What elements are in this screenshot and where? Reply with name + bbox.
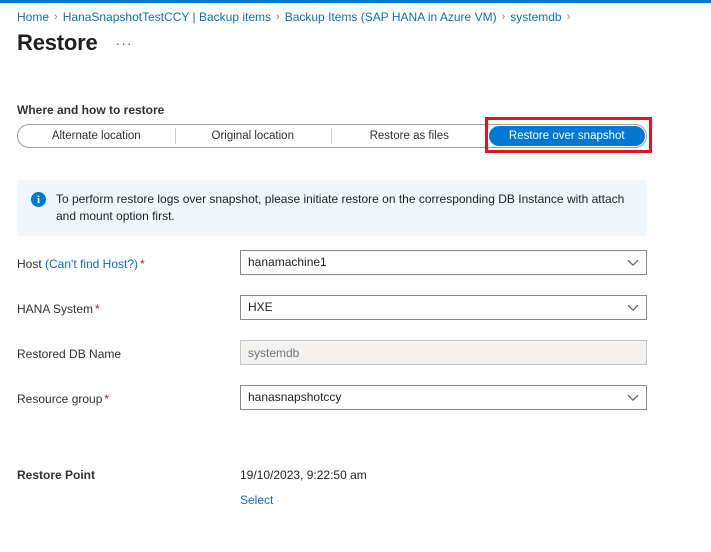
breadcrumb-item-systemdb[interactable]: systemdb bbox=[510, 9, 561, 25]
control-resource-group: hanasnapshotccy bbox=[240, 385, 647, 410]
label-resource-group-text: Resource group bbox=[17, 392, 103, 406]
field-row-resource-group: Resource group * hanasnapshotccy bbox=[17, 385, 647, 430]
label-resource-group: Resource group * bbox=[17, 385, 240, 411]
label-restored-db-name: Restored DB Name bbox=[17, 347, 122, 361]
section-heading-where-and-how-to-restore: Where and how to restore bbox=[17, 103, 165, 117]
control-hana-system: HXE bbox=[240, 295, 647, 320]
restore-point-section: Restore Point 19/10/2023, 9:22:50 am Sel… bbox=[17, 467, 647, 509]
label-hana-system: HANA System * bbox=[17, 295, 240, 321]
restore-point-datetime: 19/10/2023, 9:22:50 am bbox=[240, 468, 367, 482]
breadcrumb: Home › HanaSnapshotTestCCY | Backup item… bbox=[0, 3, 711, 25]
more-commands-ellipsis-icon[interactable]: ··· bbox=[112, 33, 137, 53]
link-cant-find-host[interactable]: (Can't find Host?) bbox=[45, 257, 138, 271]
restore-point-select-link[interactable]: Select bbox=[240, 492, 273, 509]
host-dropdown[interactable]: hanamachine1 bbox=[240, 250, 647, 275]
breadcrumb-item-backup-items-sap-hana[interactable]: Backup Items (SAP HANA in Azure VM) bbox=[285, 9, 497, 25]
restore-form: Host (Can't find Host?) * hanamachine1 HA… bbox=[17, 250, 647, 430]
field-row-hana-system: HANA System * HXE bbox=[17, 295, 647, 340]
page-title: Restore bbox=[17, 29, 98, 55]
tab-restore-as-files[interactable]: Restore as files bbox=[331, 125, 488, 147]
label-restore-point: Restore Point bbox=[17, 468, 96, 482]
control-restored-db-name bbox=[240, 340, 647, 365]
field-row-restored-db-name: Restored DB Name bbox=[17, 340, 647, 385]
field-row-host: Host (Can't find Host?) * hanamachine1 bbox=[17, 250, 647, 295]
control-host: hanamachine1 bbox=[240, 250, 647, 275]
breadcrumb-separator: › bbox=[276, 11, 280, 23]
label-host: Host (Can't find Host?) * bbox=[17, 250, 240, 276]
restore-option-tabgroup: Alternate location Original location Res… bbox=[17, 124, 647, 148]
tab-alternate-location[interactable]: Alternate location bbox=[18, 125, 175, 147]
restored-db-name-input bbox=[240, 340, 647, 365]
breadcrumb-item-home[interactable]: Home bbox=[17, 9, 49, 25]
tab-original-location[interactable]: Original location bbox=[174, 125, 332, 147]
resource-group-dropdown[interactable]: hanasnapshotccy bbox=[240, 385, 647, 410]
breadcrumb-separator: › bbox=[54, 11, 58, 23]
required-indicator: * bbox=[95, 302, 100, 316]
tab-restore-over-snapshot[interactable]: Restore over snapshot bbox=[488, 126, 645, 146]
hana-system-dropdown[interactable]: HXE bbox=[240, 295, 647, 320]
label-hana-system-text: HANA System bbox=[17, 302, 94, 316]
breadcrumb-separator: › bbox=[566, 11, 571, 23]
info-banner: i To perform restore logs over snapshot,… bbox=[17, 180, 647, 236]
label-host-prefix: Host bbox=[17, 257, 46, 271]
breadcrumb-separator: › bbox=[501, 11, 506, 23]
info-icon: i bbox=[31, 192, 46, 207]
page-title-row: Restore ··· bbox=[0, 25, 711, 57]
restore-point-values: 19/10/2023, 9:22:50 am Select bbox=[240, 467, 367, 509]
info-banner-text: To perform restore logs over snapshot, p… bbox=[56, 192, 625, 223]
required-indicator: * bbox=[104, 392, 110, 406]
breadcrumb-item-backup-items[interactable]: HanaSnapshotTestCCY | Backup items bbox=[63, 9, 271, 25]
required-indicator: * bbox=[140, 257, 145, 271]
